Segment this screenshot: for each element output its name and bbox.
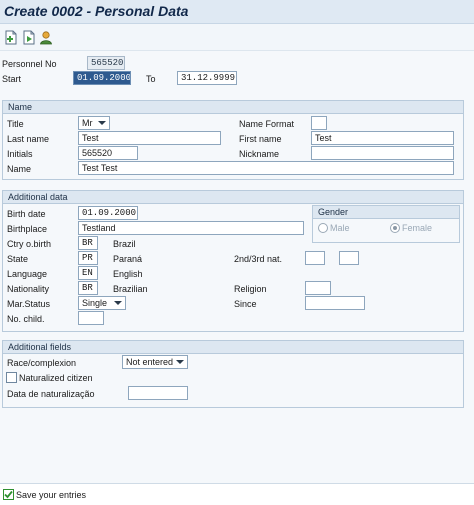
nat-3-field[interactable] — [339, 251, 359, 265]
personnel-no-label: Personnel No — [2, 59, 57, 69]
marital-status-dropdown[interactable]: Single — [78, 296, 126, 310]
religion-label: Religion — [234, 284, 267, 294]
initials-field[interactable]: 565520 — [78, 146, 138, 160]
language-label: Language — [7, 269, 48, 279]
naturalized-label: Naturalized citizen — [19, 373, 93, 383]
copy-entry-icon — [23, 30, 35, 45]
birthplace-label: Birthplace — [7, 224, 48, 234]
name-format-field[interactable] — [311, 116, 327, 130]
no-children-field[interactable] — [78, 311, 104, 325]
start-date-field[interactable]: 01.09.2000 — [73, 71, 131, 85]
last-name-field[interactable]: Test — [78, 131, 221, 145]
title-label: Title — [7, 119, 24, 129]
female-label: Female — [402, 223, 433, 233]
nationality-text: Brazilian — [113, 284, 148, 294]
language-text: English — [113, 269, 143, 279]
name-format-label: Name Format — [239, 119, 295, 129]
birth-date-label: Birth date — [7, 209, 46, 219]
female-radio[interactable] — [390, 223, 400, 233]
status-message[interactable]: Save your entries — [16, 489, 86, 501]
since-label: Since — [234, 299, 257, 309]
nickname-field[interactable] — [311, 146, 454, 160]
no-children-label: No. child. — [7, 314, 45, 324]
first-name-label: First name — [239, 134, 282, 144]
marital-status-value: Single — [82, 298, 108, 308]
window-title: Create 0002 - Personal Data — [4, 3, 189, 19]
race-label: Race/complexion — [7, 358, 77, 368]
naturalized-checkbox[interactable] — [6, 372, 17, 383]
personnel-no-field: 565520 — [87, 56, 125, 70]
gender-header: Gender — [313, 206, 459, 219]
last-name-label: Last name — [7, 134, 50, 144]
additional-data-header: Additional data — [3, 191, 463, 204]
birthplace-field[interactable]: Testland — [78, 221, 304, 235]
to-label: To — [146, 74, 156, 84]
ctry-birth-label: Ctry o.birth — [7, 239, 52, 249]
birth-date-field[interactable]: 01.09.2000 — [78, 206, 138, 220]
title-dropdown[interactable]: Mr — [78, 116, 110, 130]
person-overview-icon — [40, 31, 52, 45]
nationality-label: Nationality — [7, 284, 50, 294]
nat-2-field[interactable] — [305, 251, 325, 265]
new-entry-icon — [5, 30, 17, 45]
name-label: Name — [7, 164, 32, 174]
nickname-label: Nickname — [239, 149, 280, 159]
naturalization-date-label: Data de naturalização — [7, 389, 95, 399]
application-toolbar — [0, 24, 474, 51]
ctry-birth-text: Brazil — [113, 239, 136, 249]
chevron-down-icon — [98, 121, 106, 125]
start-label: Start — [2, 74, 22, 84]
male-label: Male — [330, 223, 350, 233]
marital-status-label: Mar.Status — [7, 299, 51, 309]
language-field[interactable]: EN — [78, 266, 98, 280]
nationality-field[interactable]: BR — [78, 281, 98, 295]
status-bar: Save your entries — [0, 483, 474, 505]
ctry-birth-field[interactable]: BR — [78, 236, 98, 250]
naturalization-date-field[interactable] — [128, 386, 188, 400]
new-entry-button[interactable] — [4, 30, 18, 45]
race-dropdown[interactable]: Not entered — [122, 355, 188, 369]
chevron-down-icon — [176, 360, 184, 364]
first-name-field[interactable]: Test — [311, 131, 454, 145]
initials-label: Initials — [7, 149, 33, 159]
state-label: State — [7, 254, 29, 264]
title-bar: Create 0002 - Personal Data — [0, 0, 474, 24]
copy-entry-button[interactable] — [22, 30, 36, 45]
end-date-field[interactable]: 31.12.9999 — [177, 71, 237, 85]
religion-field[interactable] — [305, 281, 331, 295]
male-radio[interactable] — [318, 223, 328, 233]
state-field[interactable]: PR — [78, 251, 98, 265]
checkmark-icon — [3, 489, 14, 500]
additional-fields-header: Additional fields — [3, 341, 463, 354]
state-text: Paraná — [113, 254, 143, 264]
full-name-field: Test Test — [78, 161, 454, 175]
title-dropdown-value: Mr — [82, 118, 93, 128]
chevron-down-icon — [114, 301, 122, 305]
race-dropdown-value: Not entered — [126, 357, 174, 367]
since-field[interactable] — [305, 296, 365, 310]
name-group-header: Name — [3, 101, 463, 114]
nat-23-label: 2nd/3rd nat. — [234, 254, 283, 264]
person-overview-button[interactable] — [39, 30, 53, 45]
